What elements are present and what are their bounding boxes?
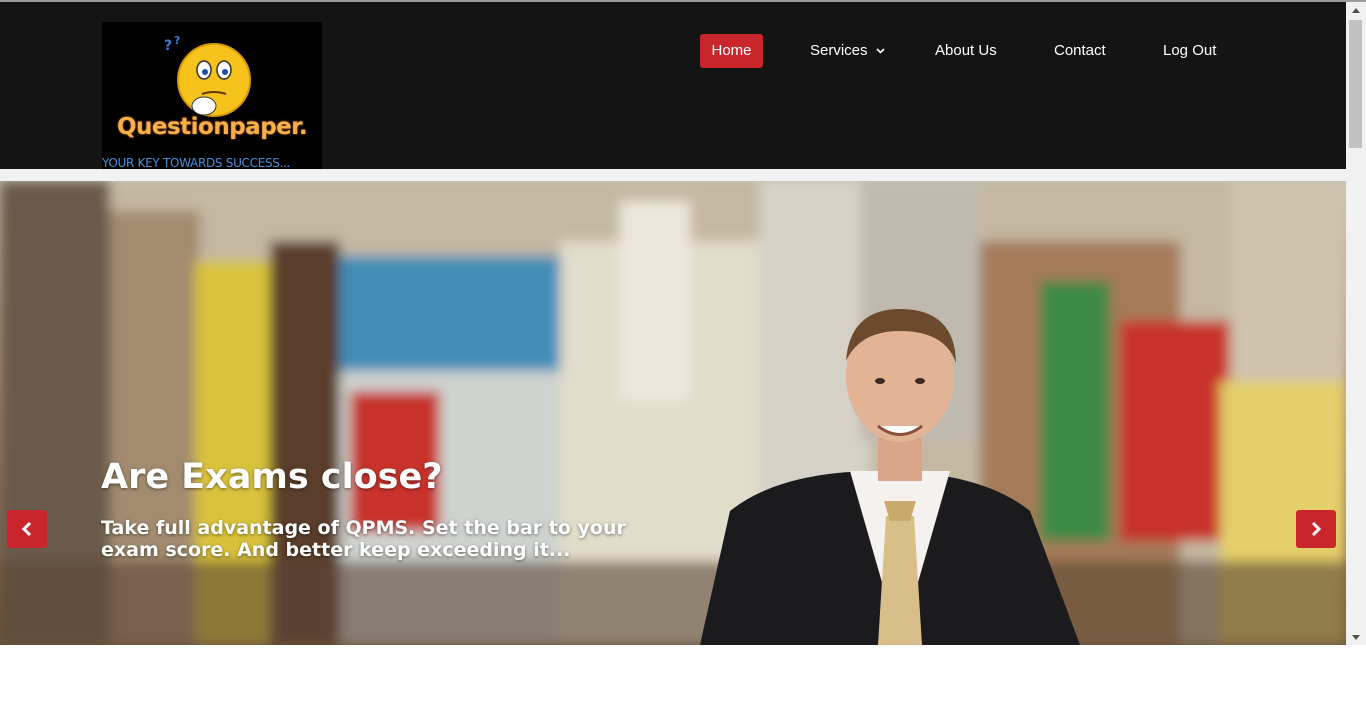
main-nav: Home Services About Us Contact Log Out	[0, 34, 1346, 70]
slider-next-button[interactable]	[1296, 510, 1336, 548]
nav-services-label: Services	[810, 42, 868, 59]
hero-background-image	[0, 181, 1346, 645]
nav-services[interactable]: Services	[810, 34, 885, 68]
chevron-left-icon	[21, 521, 32, 537]
scroll-up-icon	[1352, 7, 1360, 13]
nav-home-label: Home	[711, 42, 752, 59]
nav-contact[interactable]: Contact	[1054, 34, 1106, 68]
scroll-thumb[interactable]	[1349, 20, 1362, 148]
hero-slider: Are Exams close? Take full advantage of …	[0, 181, 1346, 645]
nav-contact-label: Contact	[1054, 42, 1106, 59]
chevron-right-icon	[1311, 521, 1322, 537]
header-divider	[0, 169, 1346, 181]
nav-logout-label: Log Out	[1163, 42, 1217, 59]
nav-about-us[interactable]: About Us	[935, 34, 997, 68]
slider-prev-button[interactable]	[7, 510, 47, 548]
nav-about-label: About Us	[935, 42, 997, 59]
site-header: ? ? Questionpaper. YOUR KEY TOWARDS SUCC…	[0, 2, 1346, 170]
logo-title: Questionpaper.	[116, 114, 308, 140]
nav-home[interactable]: Home	[700, 34, 763, 68]
chevron-down-icon	[876, 48, 885, 54]
nav-log-out[interactable]: Log Out	[1163, 34, 1216, 68]
hero-subtitle: Take full advantage of QPMS. Set the bar…	[101, 517, 626, 561]
scroll-down-button[interactable]	[1346, 629, 1366, 645]
scroll-up-button[interactable]	[1346, 2, 1366, 18]
logo-tagline: YOUR KEY TOWARDS SUCCESS...	[102, 156, 291, 170]
hero-title: Are Exams close?	[101, 457, 443, 497]
page-scrollbar[interactable]	[1346, 2, 1366, 645]
scroll-down-icon	[1352, 634, 1360, 640]
